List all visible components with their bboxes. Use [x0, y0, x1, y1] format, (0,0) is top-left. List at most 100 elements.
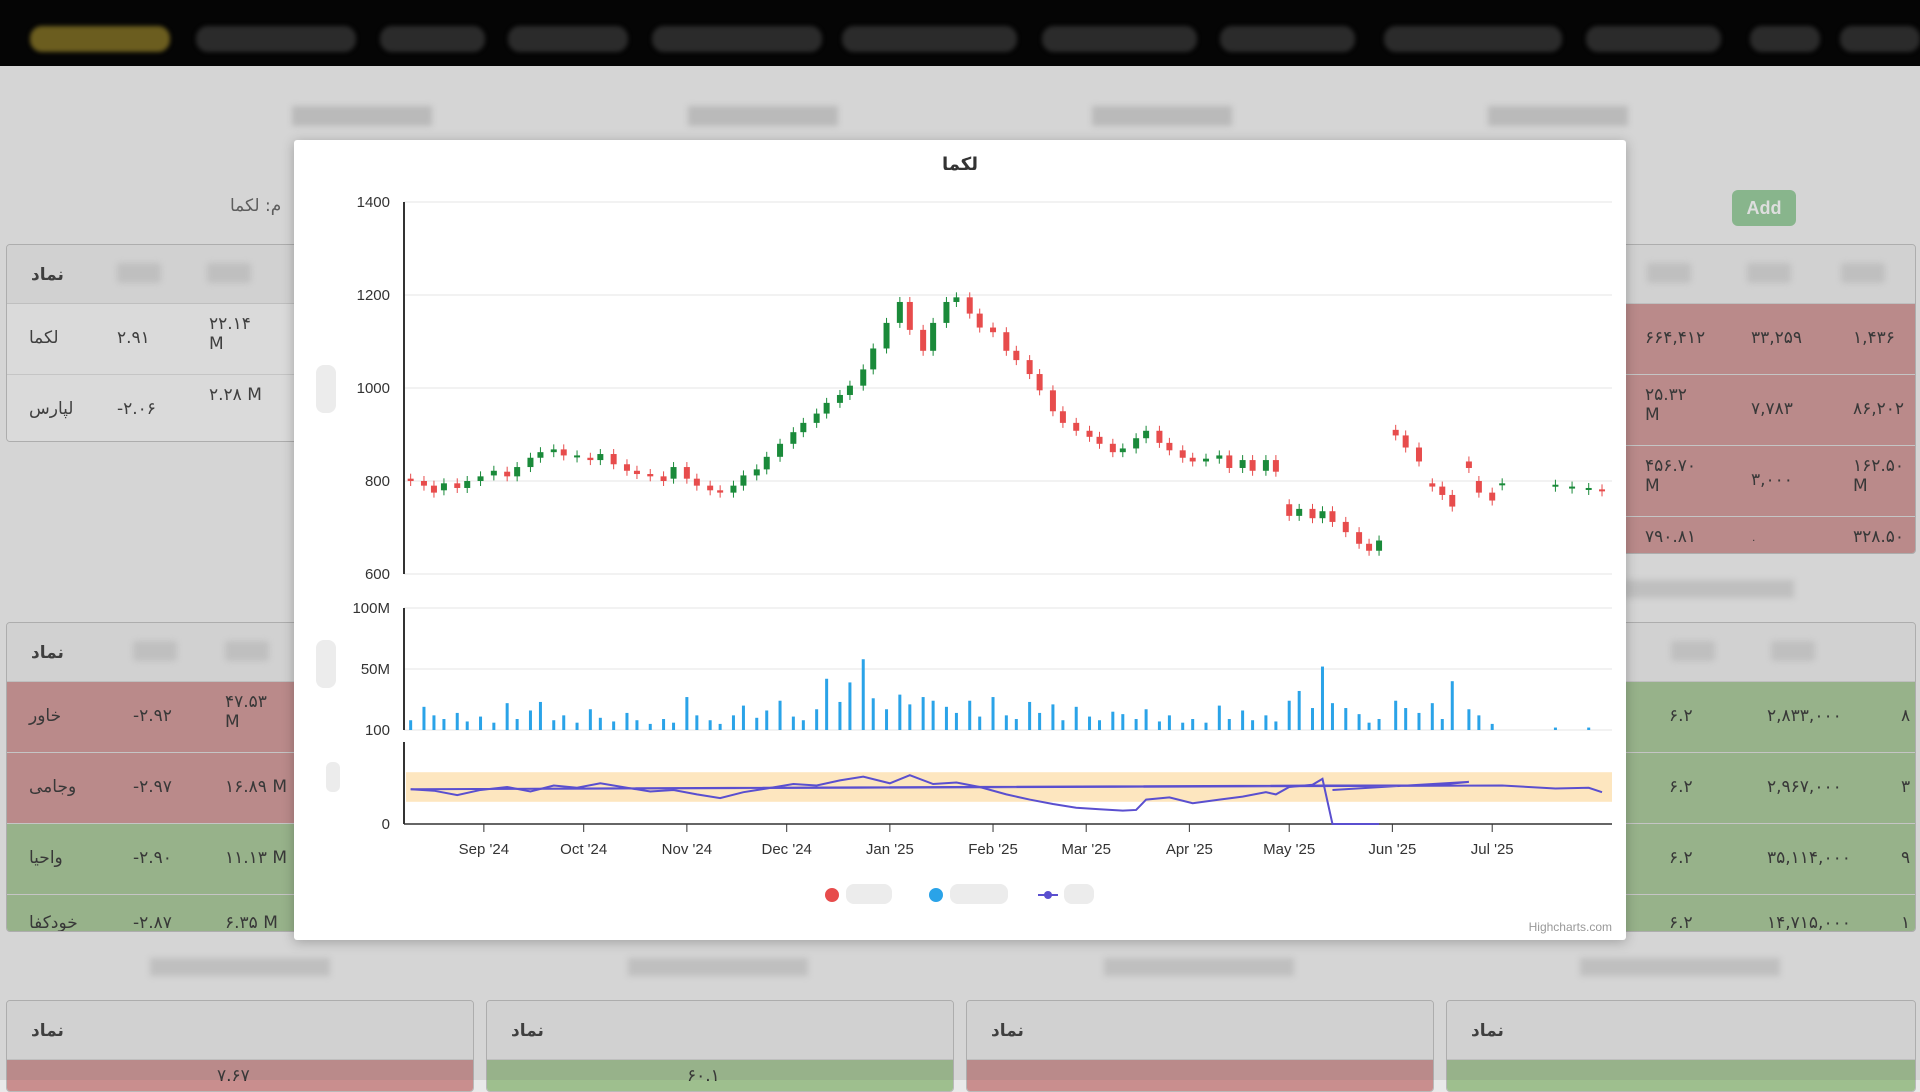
nav-tab[interactable]	[380, 26, 485, 52]
candle	[537, 452, 544, 458]
x-tick-label: Sep '24	[459, 841, 509, 858]
candle	[1585, 487, 1592, 490]
volume-bar	[1098, 720, 1102, 730]
volume-tick-label: 100	[365, 722, 390, 739]
volume-bar	[765, 710, 769, 730]
volume-bar	[755, 717, 759, 730]
candle	[883, 322, 890, 349]
legend-text-blur	[846, 884, 892, 904]
candle	[1319, 511, 1326, 519]
candle	[490, 470, 497, 476]
volume-bar	[1287, 700, 1291, 730]
volume-bar	[1111, 711, 1115, 730]
volume-bar	[538, 701, 542, 730]
chart-credits[interactable]: Highcharts.com	[1529, 920, 1612, 934]
volume-bar	[921, 697, 925, 730]
volume-bar	[778, 700, 782, 730]
volume-bar	[1587, 727, 1591, 730]
volume-bar	[1157, 721, 1161, 730]
volume-bar	[465, 721, 469, 730]
nav-tab[interactable]	[30, 26, 170, 52]
price-tick-label: 800	[365, 473, 390, 490]
candle	[514, 467, 521, 477]
candle	[1429, 483, 1436, 487]
candle	[1309, 508, 1316, 519]
volume-bar	[1310, 708, 1314, 730]
nav-tab[interactable]	[1840, 26, 1920, 52]
candle	[1392, 429, 1399, 436]
nav-tab[interactable]	[1750, 26, 1820, 52]
candle	[1036, 374, 1043, 391]
volume-bar	[1088, 716, 1092, 730]
x-tick-label: Nov '24	[662, 841, 712, 858]
volume-bar	[1330, 703, 1334, 730]
volume-bar	[552, 720, 556, 730]
volume-bar	[931, 700, 935, 730]
nav-tab[interactable]	[508, 26, 628, 52]
volume-bar	[871, 698, 875, 730]
candle	[870, 348, 877, 370]
candle	[846, 385, 853, 395]
nav-tab[interactable]	[1042, 26, 1197, 52]
volume-bar	[1440, 719, 1444, 730]
candle	[1203, 458, 1210, 462]
volume-bar	[968, 700, 972, 730]
nav-tab[interactable]	[1384, 26, 1562, 52]
candle	[800, 422, 807, 433]
candle	[1049, 390, 1056, 412]
candle	[647, 474, 654, 477]
volume-bar	[515, 719, 519, 730]
candle	[1156, 430, 1163, 443]
candle	[633, 470, 640, 475]
candle	[920, 329, 927, 351]
nav-tab[interactable]	[1586, 26, 1721, 52]
candle	[860, 369, 867, 386]
legend-text-blur	[950, 884, 1008, 904]
nav-tab[interactable]	[196, 26, 356, 52]
candle	[504, 471, 511, 477]
volume-bar	[1377, 719, 1381, 730]
candle	[1133, 438, 1140, 449]
volume-bar	[1144, 709, 1148, 730]
volume-bar	[422, 706, 426, 730]
volume-bar	[718, 723, 722, 730]
volume-bar	[1004, 715, 1008, 730]
volume-bar	[1430, 703, 1434, 730]
candle	[1475, 481, 1482, 493]
volume-bar	[695, 715, 699, 730]
candle	[1552, 484, 1559, 487]
candle	[717, 490, 724, 493]
volume-bar	[848, 682, 852, 730]
volume-axis-title-blur	[316, 640, 336, 688]
nav-tab[interactable]	[1220, 26, 1355, 52]
volume-bar	[672, 722, 676, 730]
candle	[930, 322, 937, 351]
candle	[587, 457, 594, 461]
candle	[1189, 457, 1196, 462]
volume-bar	[662, 719, 666, 730]
chart-svg: لکما140012001000800600100M50M1000Sep '24…	[316, 154, 1612, 904]
price-tick-label: 1000	[357, 380, 390, 397]
candle	[1599, 489, 1606, 492]
nav-tab[interactable]	[652, 26, 822, 52]
chart-modal: لکما 1400 1200 1000 800 600 100M 50M 100 0 Sep '24…	[294, 140, 1626, 940]
x-tick-label: May '25	[1263, 841, 1315, 858]
volume-bar	[432, 715, 436, 730]
candle	[753, 469, 760, 476]
volume-bar	[455, 712, 459, 730]
volume-bar	[1264, 715, 1268, 730]
volume-bar	[898, 694, 902, 730]
candle	[1216, 455, 1223, 459]
candle	[610, 454, 617, 465]
candle	[1499, 483, 1506, 486]
x-tick-label: Feb '25	[968, 841, 1018, 858]
volume-bar	[1297, 690, 1301, 730]
volume-bar	[1251, 720, 1255, 730]
nav-tab[interactable]	[842, 26, 1017, 52]
volume-bar	[685, 697, 689, 730]
price-tick-label: 1200	[357, 287, 390, 304]
candle	[597, 454, 604, 461]
candle	[1439, 486, 1446, 495]
legend-marker-rsi	[1044, 891, 1052, 899]
volume-bar	[635, 720, 639, 730]
